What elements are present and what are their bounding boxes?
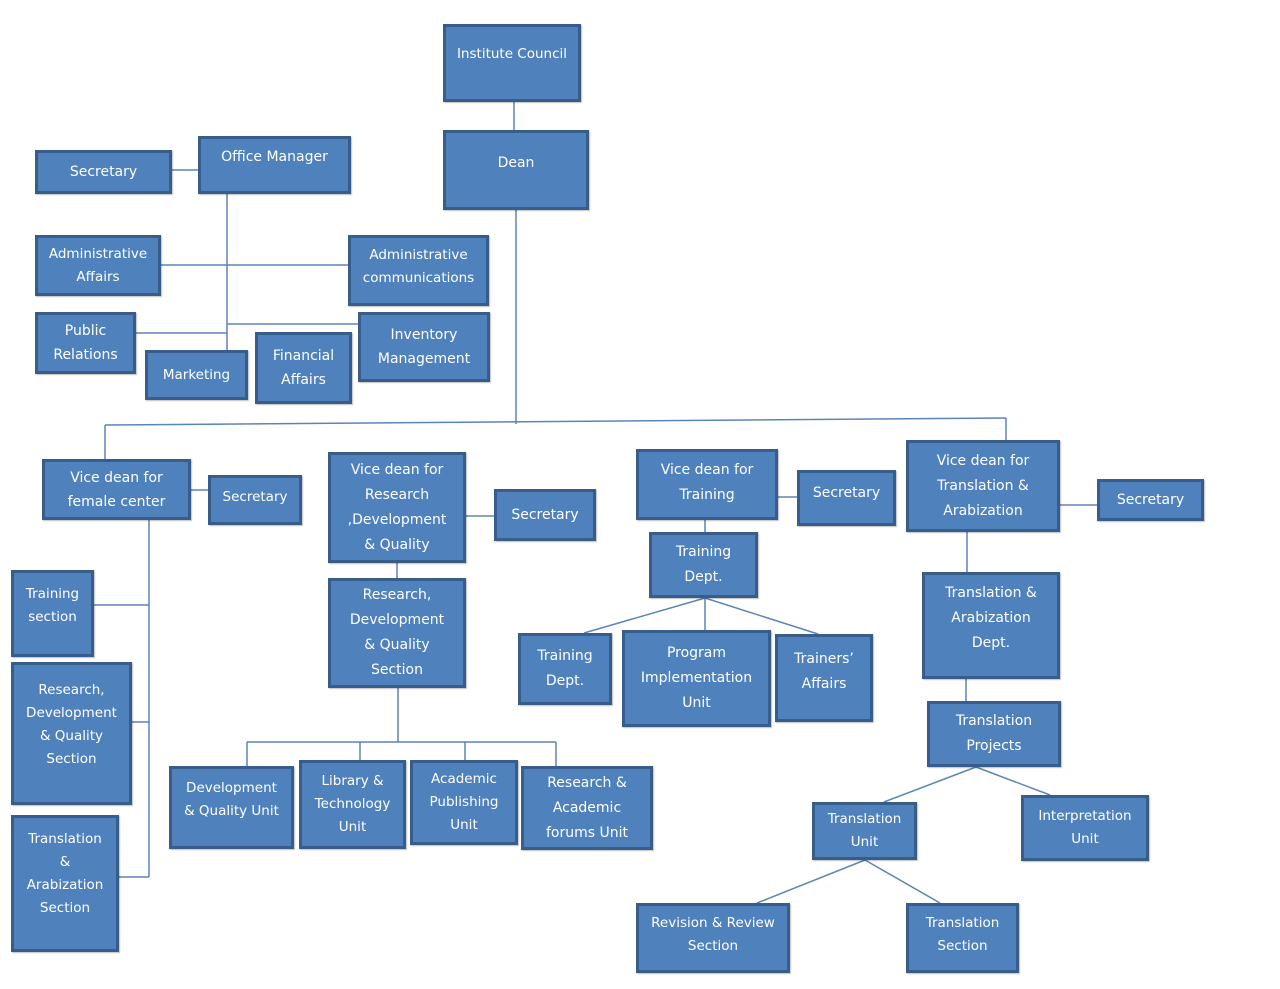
node-translation-arabization-dept: Translation & Arabization Dept.: [922, 572, 1060, 679]
node-financial-affairs: Financial Affairs: [255, 332, 352, 404]
node-vice-dean-training: Vice dean for Training: [636, 449, 778, 520]
node-program-implementation-unit: Program Implementation Unit: [622, 630, 771, 727]
node-administrative-affairs: Administrative Affairs: [35, 235, 161, 296]
node-research-secretary: Secretary: [494, 489, 596, 541]
node-revision-review-section: Revision & Review Section: [636, 903, 790, 973]
node-vice-dean-female-center: Vice dean for female center: [42, 459, 191, 520]
node-female-secretary: Secretary: [208, 475, 302, 525]
node-training-dept-sub: Training Dept.: [518, 633, 612, 705]
node-interpretation-unit: Interpretation Unit: [1021, 795, 1149, 861]
node-office-secretary: Secretary: [35, 150, 172, 194]
node-library-technology-unit: Library & Technology Unit: [299, 760, 406, 849]
node-female-rdq-section: Research, Development & Quality Section: [11, 662, 132, 805]
node-female-training-section: Training section: [11, 570, 94, 657]
node-training-secretary: Secretary: [797, 470, 896, 526]
node-trainers-affairs: Trainers’ Affairs: [775, 634, 873, 722]
node-administrative-communications: Administrative communications: [348, 235, 489, 306]
node-research-forums-unit: Research & Academic forums Unit: [521, 766, 653, 850]
node-development-quality-unit: Development & Quality Unit: [169, 766, 294, 849]
node-vice-dean-research: Vice dean for Research ,Development & Qu…: [328, 452, 466, 563]
node-translation-secretary: Secretary: [1097, 479, 1204, 521]
node-vice-dean-translation: Vice dean for Translation & Arabization: [906, 440, 1060, 532]
org-chart: Institute Council Dean Office Manager Se…: [0, 0, 1280, 989]
node-marketing: Marketing: [145, 350, 248, 400]
node-rdq-section: Research, Development & Quality Section: [328, 578, 466, 688]
node-female-translation-section: Translation & Arabization Section: [11, 815, 119, 952]
node-institute-council: Institute Council: [443, 24, 581, 102]
node-dean: Dean: [443, 130, 589, 210]
node-public-relations: Public Relations: [35, 312, 136, 374]
node-translation-projects: Translation Projects: [927, 701, 1061, 767]
node-translation-unit: Translation Unit: [812, 802, 917, 860]
node-inventory-management: Inventory Management: [358, 312, 490, 382]
node-academic-publishing-unit: Academic Publishing Unit: [410, 760, 518, 845]
node-training-dept-main: Training Dept.: [649, 532, 758, 598]
node-translation-section: Translation Section: [906, 903, 1019, 973]
node-office-manager: Office Manager: [198, 136, 351, 194]
